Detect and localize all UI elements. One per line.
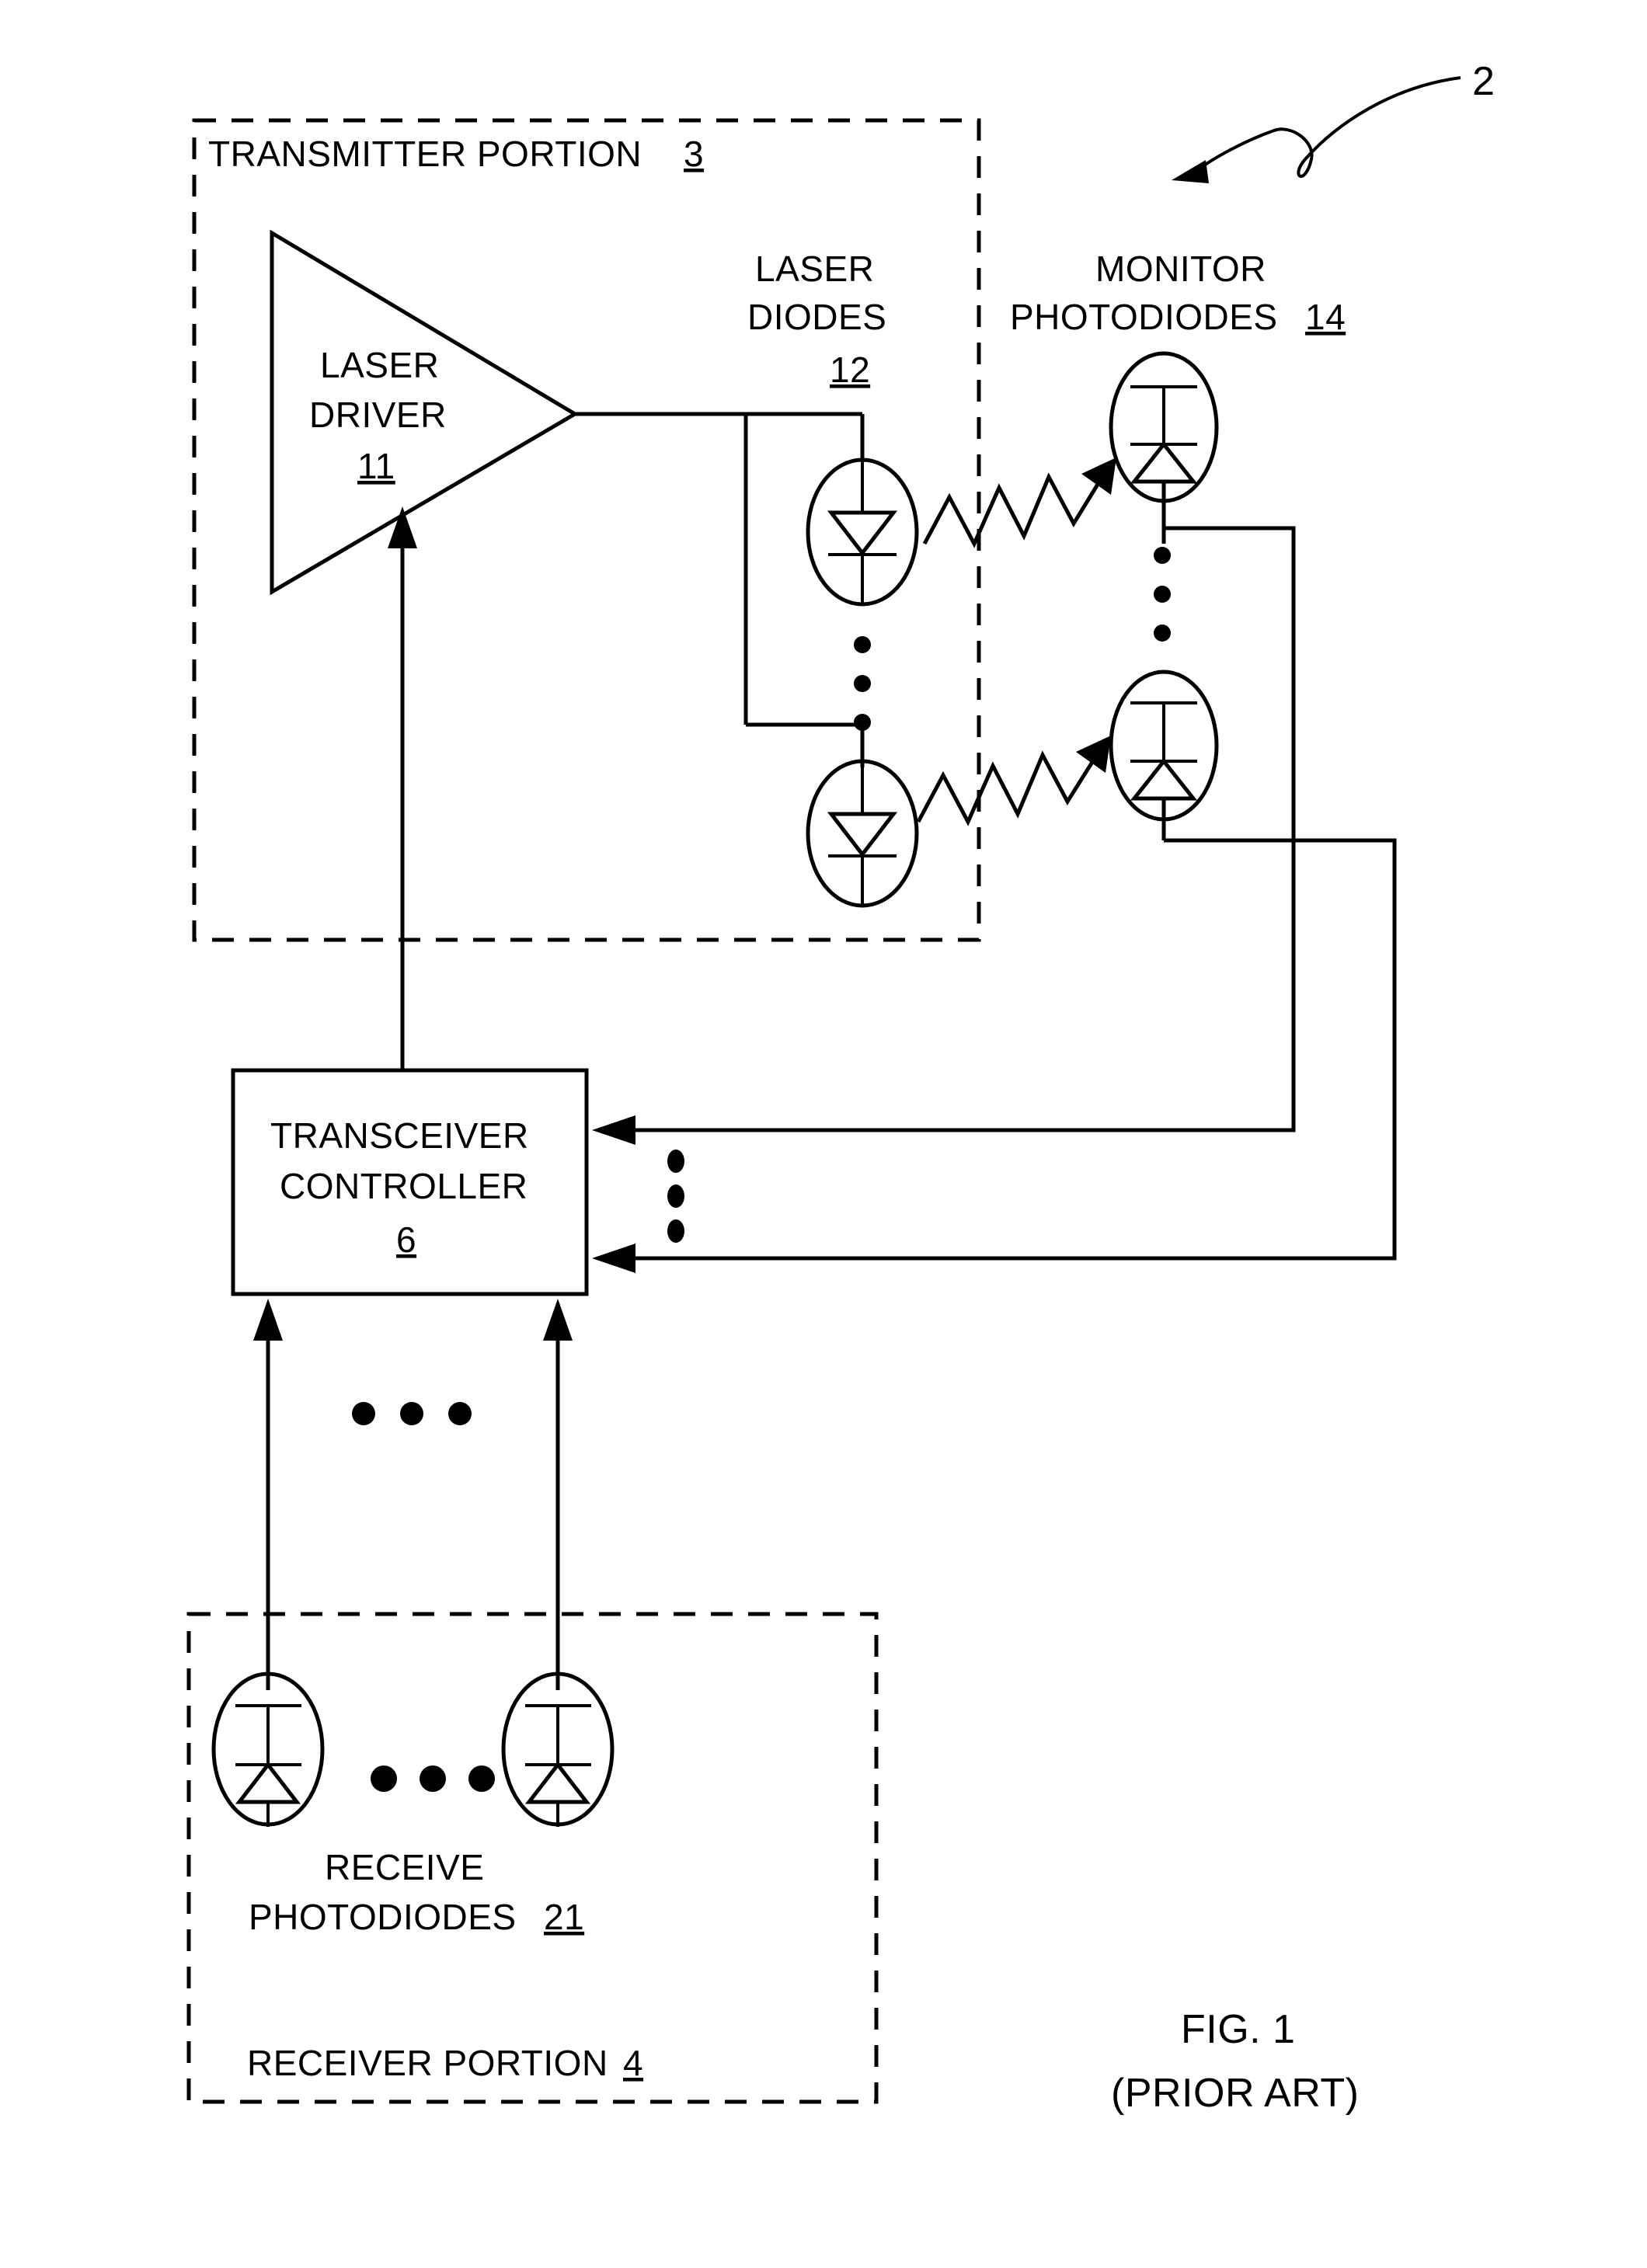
receive-photodiode-2 xyxy=(501,1671,615,1827)
zigzag-light-beam-arrow xyxy=(922,468,1109,548)
laser-diodes-reference: 12 xyxy=(830,350,870,390)
photodiode-symbol xyxy=(1130,757,1198,801)
zigzag-light-beam-arrow xyxy=(916,746,1104,826)
transceiver-controller-label-line2: CONTROLLER xyxy=(280,1166,528,1206)
feedback-lines-ellipsis xyxy=(667,1150,684,1243)
photodiode-symbol xyxy=(524,1761,591,1804)
receive-photodiodes-ellipsis xyxy=(371,1765,495,1792)
photodiode-symbol xyxy=(1130,440,1198,484)
laser-driver-label-line1: LASER xyxy=(320,345,439,385)
transmitter-portion-boundary xyxy=(192,118,981,942)
laser-driver-output-bus xyxy=(573,412,865,767)
monitor-photodiodes-label-line2: PHOTODIODES xyxy=(1010,297,1278,337)
optical-beam-1 xyxy=(922,457,1116,548)
receive-line-2 xyxy=(543,1299,573,1690)
laser-diode-1 xyxy=(806,457,919,607)
monitor-photodiode-2 xyxy=(1109,670,1219,840)
optical-beam-2 xyxy=(916,736,1111,826)
receive-photodiodes-label-line1: RECEIVE xyxy=(325,1847,484,1887)
laser-diode-2 xyxy=(806,759,919,908)
laser-diodes-label-line1: LASER xyxy=(755,249,874,289)
receive-photodiodes-reference: 21 xyxy=(544,1897,584,1937)
photodiode-symbol xyxy=(235,1761,301,1804)
transmitter-portion-reference: 3 xyxy=(684,134,704,174)
receiver-portion-boundary xyxy=(186,1612,879,2104)
laser-diode-symbol xyxy=(827,510,898,557)
receive-photodiode-1 xyxy=(211,1671,325,1827)
receive-photodiodes-label-line2: PHOTODIODES xyxy=(249,1897,517,1937)
figure-canvas: 2 TRANSMITTER PORTION 3 LASER DRIVER 11 … xyxy=(186,59,1495,2116)
laser-diodes-ellipsis xyxy=(854,636,871,731)
monitor-photodiodes-ellipsis xyxy=(1154,547,1171,642)
system-reference-label: 2 xyxy=(1472,59,1495,104)
monitor-photodiode-1 xyxy=(1109,351,1219,528)
system-lead-arrow xyxy=(1172,76,1461,183)
monitor-photodiodes-label-line1: MONITOR xyxy=(1095,249,1266,289)
laser-driver-reference: 11 xyxy=(357,446,395,486)
patent-figure: 2 TRANSMITTER PORTION 3 LASER DRIVER 11 … xyxy=(0,0,1647,2268)
receive-lines-ellipsis xyxy=(352,1402,472,1425)
laser-diode-symbol xyxy=(827,812,898,858)
monitor-feedback-line-1 xyxy=(592,526,1296,1145)
monitor-photodiodes-reference: 14 xyxy=(1305,297,1346,337)
receive-line-1 xyxy=(253,1299,283,1690)
receiver-portion-label: RECEIVER PORTION xyxy=(247,2043,608,2083)
transmitter-portion-label: TRANSMITTER PORTION xyxy=(208,134,642,174)
figure-caption-line1: FIG. 1 xyxy=(1181,2007,1295,2052)
receiver-portion-reference: 4 xyxy=(623,2043,643,2083)
laser-driver-label-line2: DRIVER xyxy=(309,395,447,435)
figure-caption-line2: (PRIOR ART) xyxy=(1111,2071,1359,2116)
monitor-feedback-line-2 xyxy=(592,838,1397,1273)
transceiver-controller-label-line1: TRANSCEIVER xyxy=(270,1115,529,1156)
control-line-to-laser-driver xyxy=(388,506,417,1070)
transceiver-controller-reference: 6 xyxy=(396,1219,416,1260)
laser-diodes-label-line2: DIODES xyxy=(747,297,886,337)
